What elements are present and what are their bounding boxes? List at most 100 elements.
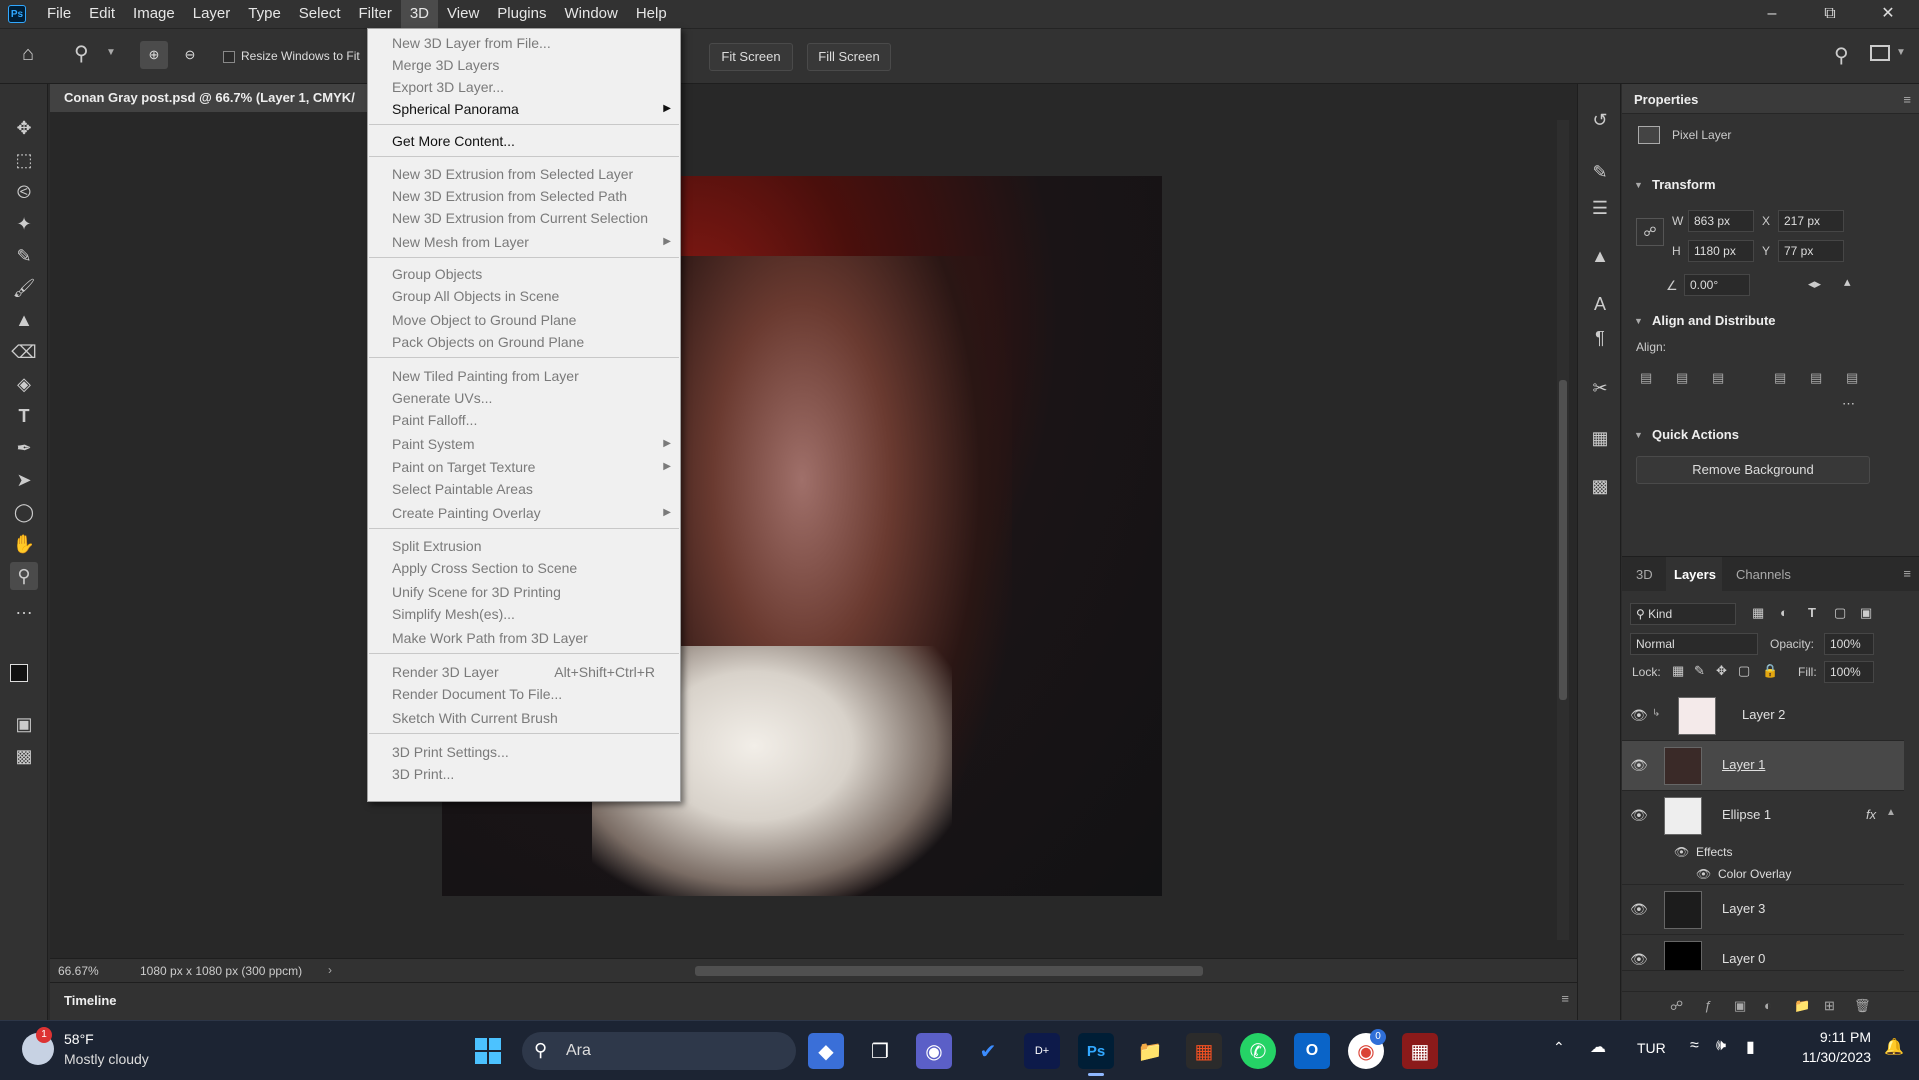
wifi-icon[interactable]: ≈: [1690, 1037, 1699, 1055]
lock-pixels-icon[interactable]: ✎: [1694, 663, 1705, 679]
align-middle-icon[interactable]: ▤: [1810, 370, 1822, 386]
layer-name[interactable]: Layer 3: [1722, 901, 1765, 916]
todo-icon[interactable]: ✔: [970, 1033, 1006, 1069]
zoom-tool-icon[interactable]: ⚲: [74, 41, 89, 66]
menu-item-create-painting-overlay[interactable]: Create Painting Overlay ▶: [369, 502, 679, 524]
zoom-in-icon[interactable]: ⊕: [140, 41, 168, 69]
align-distribute-title[interactable]: Align and Distribute: [1652, 313, 1776, 328]
menu-item-extrusion-current-selection[interactable]: New 3D Extrusion from Current Selection: [369, 207, 679, 229]
new-layer-icon[interactable]: ⊞: [1824, 998, 1835, 1014]
effects-label[interactable]: Effects: [1696, 845, 1732, 859]
marquee-tool-icon[interactable]: ⬚: [10, 146, 38, 174]
close-icon[interactable]: ✕: [1859, 0, 1917, 28]
menu-item-paint-target-texture[interactable]: Paint on Target Texture ▶: [369, 456, 679, 478]
vertical-scrollbar-thumb[interactable]: [1559, 380, 1567, 700]
outlook-icon[interactable]: O: [1294, 1033, 1330, 1069]
adjustments-icon[interactable]: ☰: [1586, 194, 1614, 222]
menu-select[interactable]: Select: [290, 0, 350, 28]
color-overlay-eye-icon[interactable]: 👁: [1696, 867, 1711, 881]
visibility-eye-icon[interactable]: 👁: [1630, 757, 1648, 774]
layer-name[interactable]: Layer 1: [1722, 757, 1765, 772]
menu-window[interactable]: Window: [555, 0, 626, 28]
document-tab[interactable]: Conan Gray post.psd @ 66.7% (Layer 1, CM…: [50, 84, 370, 112]
menu-layer[interactable]: Layer: [184, 0, 240, 28]
lock-artboard-icon[interactable]: ▢: [1738, 663, 1750, 679]
onedrive-cloud-icon[interactable]: ☁: [1590, 1037, 1606, 1057]
align-bottom-icon[interactable]: ▤: [1846, 370, 1858, 386]
properties-title[interactable]: Properties: [1634, 92, 1698, 107]
quick-actions-title[interactable]: Quick Actions: [1652, 427, 1739, 442]
menu-item-extrusion-selected-path[interactable]: New 3D Extrusion from Selected Path: [369, 185, 679, 207]
lock-all-icon[interactable]: 🔒: [1762, 663, 1778, 679]
ellipse-tool-icon[interactable]: ◯: [10, 498, 38, 526]
taskbar-search-box[interactable]: ⚲ Ara: [522, 1032, 796, 1070]
menu-image[interactable]: Image: [124, 0, 184, 28]
workspace-chevron-icon[interactable]: ▼: [1896, 47, 1906, 58]
tab-layers[interactable]: Layers: [1674, 567, 1716, 582]
history-icon[interactable]: ↺: [1586, 106, 1614, 134]
zoom-out-icon[interactable]: ⊖: [176, 41, 204, 69]
align-center-icon[interactable]: ▤: [1676, 370, 1688, 386]
character-icon[interactable]: A: [1586, 290, 1614, 318]
menu-file[interactable]: File: [38, 0, 80, 28]
paint-bucket-tool-icon[interactable]: ◈: [10, 370, 38, 398]
windows-start-icon[interactable]: [470, 1033, 506, 1069]
paragraph-icon[interactable]: ¶: [1586, 324, 1614, 352]
flip-horizontal-icon[interactable]: ◂▸: [1808, 276, 1821, 292]
menu-item-render-3d-layer[interactable]: Render 3D Layer Alt+Shift+Ctrl+R: [369, 661, 679, 683]
menu-item-spherical-panorama[interactable]: Spherical Panorama ▶: [369, 98, 679, 120]
vertical-scrollbar[interactable]: [1557, 120, 1569, 940]
x-field[interactable]: 217 px: [1778, 210, 1844, 232]
menu-item-3d-print-settings[interactable]: 3D Print Settings...: [369, 741, 679, 763]
menu-item-simplify-meshes[interactable]: Simplify Mesh(es)...: [369, 603, 679, 625]
lock-position-icon[interactable]: ✥: [1716, 663, 1727, 679]
add-style-icon[interactable]: ƒ: [1704, 998, 1711, 1013]
eraser-tool-icon[interactable]: ⌫: [10, 338, 38, 366]
menu-item-unify-scene-3d-printing[interactable]: Unify Scene for 3D Printing: [369, 581, 679, 603]
link-layers-icon[interactable]: ☍: [1670, 998, 1683, 1014]
menu-item-pack-objects-ground[interactable]: Pack Objects on Ground Plane: [369, 331, 679, 353]
horizontal-scrollbar-thumb[interactable]: [695, 966, 1203, 976]
clock-time[interactable]: 9:11 PM: [1811, 1029, 1871, 1045]
menu-plugins[interactable]: Plugins: [488, 0, 555, 28]
menu-item-new-mesh-from-layer[interactable]: New Mesh from Layer ▶: [369, 231, 679, 253]
pen-tool-icon[interactable]: ✒: [10, 434, 38, 462]
menu-item-extrusion-selected-layer[interactable]: New 3D Extrusion from Selected Layer: [369, 163, 679, 185]
whatsapp-icon[interactable]: ✆: [1240, 1033, 1276, 1069]
menu-item-new-tiled-painting[interactable]: New Tiled Painting from Layer: [369, 365, 679, 387]
collapse-chevron-icon[interactable]: ▼: [1634, 180, 1643, 190]
winrar-icon[interactable]: ▦: [1402, 1033, 1438, 1069]
opacity-field[interactable]: 100%: [1824, 633, 1874, 655]
copilot-icon[interactable]: ◆: [808, 1033, 844, 1069]
menu-item-move-object-ground[interactable]: Move Object to Ground Plane: [369, 309, 679, 331]
tab-3d[interactable]: 3D: [1636, 567, 1653, 582]
timeline-title[interactable]: Timeline: [64, 993, 117, 1008]
workspace-icon[interactable]: [1870, 45, 1890, 61]
battery-icon[interactable]: ▮: [1746, 1037, 1755, 1057]
menu-help[interactable]: Help: [627, 0, 676, 28]
menu-3d[interactable]: 3D: [400, 0, 439, 28]
transform-title[interactable]: Transform: [1652, 177, 1716, 192]
layer-name[interactable]: Layer 2: [1742, 707, 1785, 722]
weather-temperature[interactable]: 58°F: [64, 1031, 94, 1047]
fill-screen-button[interactable]: Fill Screen: [807, 43, 891, 71]
disney-plus-icon[interactable]: D+: [1024, 1033, 1060, 1069]
volume-icon[interactable]: 🕪: [1716, 1037, 1726, 1055]
new-group-icon[interactable]: 📁: [1794, 998, 1810, 1014]
filter-adjustment-icon[interactable]: ◐: [1780, 605, 1788, 620]
collapse-chevron-icon[interactable]: ▼: [1634, 430, 1643, 440]
menu-item-export-3d-layer[interactable]: Export 3D Layer...: [369, 76, 679, 98]
layer-filter-select[interactable]: ⚲ Kind: [1630, 603, 1736, 625]
photoshop-taskbar-icon[interactable]: Ps: [1078, 1033, 1114, 1069]
lasso-tool-icon[interactable]: ⧀: [10, 178, 38, 206]
restore-icon[interactable]: ⧉: [1801, 0, 1859, 28]
layer-row-layer-2[interactable]: 👁 ↳ Layer 2: [1622, 691, 1904, 741]
layer-row-layer-3[interactable]: 👁 Layer 3: [1622, 885, 1904, 935]
stamp-tool-icon[interactable]: ▲: [10, 306, 38, 334]
teams-chat-icon[interactable]: ◉: [916, 1033, 952, 1069]
microsoft-store-icon[interactable]: ▦: [1186, 1033, 1222, 1069]
properties-menu-icon[interactable]: ≡: [1903, 92, 1911, 107]
menu-item-3d-print[interactable]: 3D Print...: [369, 763, 679, 785]
more-tools-icon[interactable]: …: [10, 594, 38, 622]
align-right-icon[interactable]: ▤: [1712, 370, 1724, 386]
